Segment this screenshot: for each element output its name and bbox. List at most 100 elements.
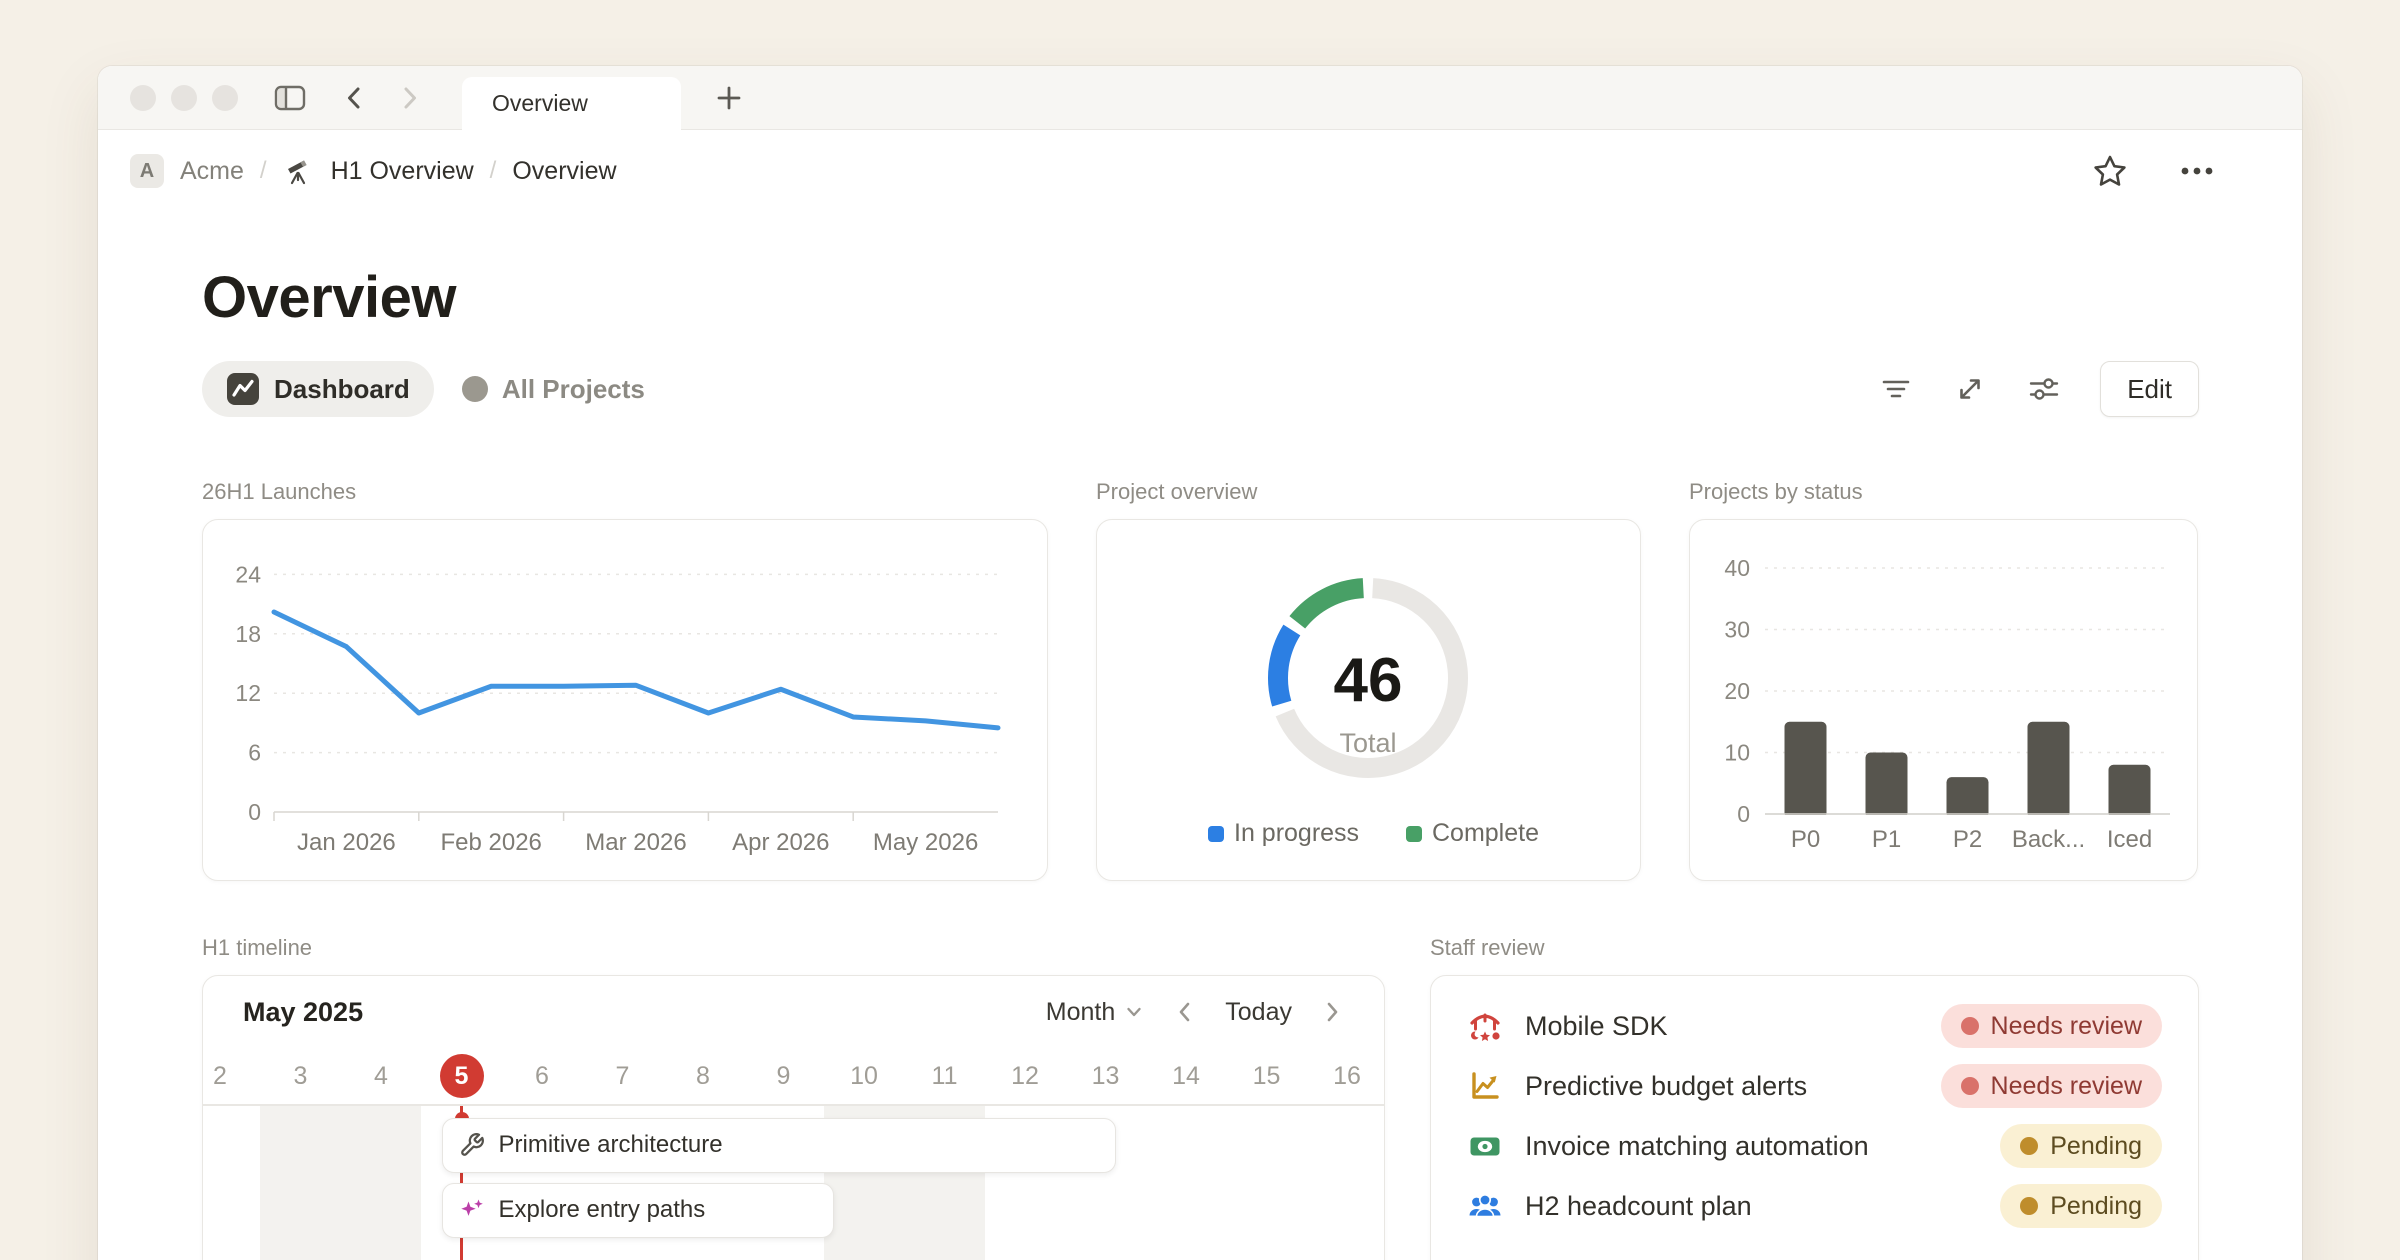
svg-text:Apr 2026: Apr 2026 xyxy=(732,829,829,856)
timeline-dates-row: 2345678910111213141516 xyxy=(203,1048,1384,1104)
timeline-day-9[interactable]: 9 xyxy=(744,1048,824,1104)
svg-text:P1: P1 xyxy=(1872,826,1901,853)
breadcrumb-bar: A Acme / H1 Overview / Overview xyxy=(98,130,2302,212)
status-dot xyxy=(2020,1137,2038,1155)
breadcrumb-workspace[interactable]: Acme xyxy=(180,157,244,186)
bar-chart-svg: 010203040P0P1P2Back...Iced xyxy=(1690,520,2196,879)
timeline-item-label: Primitive architecture xyxy=(499,1131,723,1159)
timeline-day-4[interactable]: 4 xyxy=(341,1048,421,1104)
workspace-avatar[interactable]: A xyxy=(130,154,164,188)
zoom-window-button[interactable] xyxy=(212,85,238,111)
timeline-card: May 2025 Month Today xyxy=(202,975,1385,1260)
timeline-day-3[interactable]: 3 xyxy=(261,1048,341,1104)
forward-icon[interactable] xyxy=(392,81,426,115)
timeline-day-5[interactable]: 5 xyxy=(422,1048,502,1104)
timeline-day-7[interactable]: 7 xyxy=(583,1048,663,1104)
svg-text:May 2026: May 2026 xyxy=(873,829,978,856)
projects-by-status-bar-chart: 010203040P0P1P2Back...Iced xyxy=(1689,519,2198,881)
tab-overview[interactable]: Overview xyxy=(462,77,681,130)
status-label: Needs review xyxy=(1991,1072,2142,1101)
svg-text:18: 18 xyxy=(235,621,261,647)
chevron-down-icon xyxy=(1123,1001,1145,1023)
donut-chart-svg: 46TotalIn progressComplete xyxy=(1097,520,1639,879)
section-label-projects-by-status: Projects by status xyxy=(1689,479,2198,505)
sidebar-toggle-icon[interactable] xyxy=(272,80,308,116)
breadcrumb-current-page[interactable]: Overview xyxy=(512,157,616,186)
sparkle-icon xyxy=(459,1197,485,1223)
tab-dashboard[interactable]: Dashboard xyxy=(202,361,434,417)
timeline-today-button[interactable]: Today xyxy=(1225,998,1292,1027)
timeline-day-2[interactable]: 2 xyxy=(202,1048,260,1104)
timeline-day-15[interactable]: 15 xyxy=(1227,1048,1307,1104)
back-icon[interactable] xyxy=(338,81,372,115)
svg-text:Jan 2026: Jan 2026 xyxy=(297,829,396,856)
staff-item-title: Predictive budget alerts xyxy=(1525,1071,1807,1102)
timeline-next-icon[interactable] xyxy=(1320,998,1344,1026)
timeline-item-label: Explore entry paths xyxy=(499,1196,706,1224)
timeline-day-12[interactable]: 12 xyxy=(985,1048,1065,1104)
staff-item-title: H2 headcount plan xyxy=(1525,1191,1752,1222)
svg-text:Mar 2026: Mar 2026 xyxy=(585,829,686,856)
breadcrumb-separator: / xyxy=(490,157,497,185)
svg-text:Iced: Iced xyxy=(2107,826,2152,853)
window-controls xyxy=(130,85,238,111)
svg-text:0: 0 xyxy=(248,799,261,825)
star-icon[interactable] xyxy=(2090,151,2130,191)
staff-review-row[interactable]: Invoice matching automation Pending xyxy=(1467,1116,2162,1176)
timeline-day-6[interactable]: 6 xyxy=(502,1048,582,1104)
svg-text:10: 10 xyxy=(1724,740,1750,766)
tab-all-projects[interactable]: All Projects xyxy=(462,374,645,405)
status-badge: Needs review xyxy=(1941,1004,2162,1048)
timeline-item[interactable]: Explore entry paths xyxy=(442,1183,834,1238)
svg-text:24: 24 xyxy=(235,561,261,587)
staff-review-row[interactable]: H2 headcount planPending xyxy=(1467,1176,2162,1236)
timeline-month-label: May 2025 xyxy=(243,997,363,1028)
breadcrumb-separator: / xyxy=(260,157,267,185)
svg-text:Back...: Back... xyxy=(2012,826,2085,853)
status-badge: Pending xyxy=(2000,1124,2162,1168)
svg-text:12: 12 xyxy=(235,680,261,706)
timeline-day-13[interactable]: 13 xyxy=(1066,1048,1146,1104)
svg-text:46: 46 xyxy=(1334,646,1403,715)
more-icon[interactable] xyxy=(2176,151,2218,191)
expand-icon[interactable] xyxy=(1952,371,1988,407)
staff-item-title: Invoice matching automation xyxy=(1525,1131,1869,1162)
project-overview-widget: Project overview 46TotalIn progressCompl… xyxy=(1096,479,1641,881)
banknote-icon xyxy=(1467,1128,1503,1164)
status-label: Needs review xyxy=(1991,1012,2142,1041)
timeline-day-8[interactable]: 8 xyxy=(663,1048,743,1104)
timeline-prev-icon[interactable] xyxy=(1173,998,1197,1026)
close-window-button[interactable] xyxy=(130,85,156,111)
timeline-day-11[interactable]: 11 xyxy=(905,1048,985,1104)
sliders-icon[interactable] xyxy=(2026,371,2062,407)
breadcrumb-parent-page[interactable]: H1 Overview xyxy=(331,157,474,186)
new-tab-icon[interactable] xyxy=(713,82,745,114)
breadcrumb: A Acme / H1 Overview / Overview xyxy=(130,154,617,188)
timeline-day-14[interactable]: 14 xyxy=(1146,1048,1226,1104)
combo-chart-icon xyxy=(226,372,260,406)
carousel-icon xyxy=(1467,1008,1503,1044)
timeline-day-16[interactable]: 16 xyxy=(1307,1048,1385,1104)
staff-review-row[interactable]: Mobile SDKNeeds review xyxy=(1467,996,2162,1056)
page-title: Overview xyxy=(202,264,2199,331)
svg-text:40: 40 xyxy=(1724,555,1750,581)
timeline-view-label: Month xyxy=(1046,998,1115,1027)
svg-text:Total: Total xyxy=(1339,728,1396,758)
timeline-day-10[interactable]: 10 xyxy=(824,1048,904,1104)
wrench-icon xyxy=(459,1132,485,1158)
status-badge: Needs review xyxy=(1941,1064,2162,1108)
edit-button[interactable]: Edit xyxy=(2100,361,2199,417)
section-label-launches: 26H1 Launches xyxy=(202,479,1048,505)
tab-all-projects-label: All Projects xyxy=(502,374,645,405)
line-chart-svg: 06121824Jan 2026Feb 2026Mar 2026Apr 2026… xyxy=(203,520,1046,879)
staff-review-row[interactable]: Predictive budget alerts Needs review xyxy=(1467,1056,2162,1116)
section-label-timeline: H1 timeline xyxy=(202,935,1385,961)
weekend-band xyxy=(260,1106,421,1260)
section-label-project-overview: Project overview xyxy=(1096,479,1641,505)
minimize-window-button[interactable] xyxy=(171,85,197,111)
filter-icon[interactable] xyxy=(1878,371,1914,407)
timeline-view-select[interactable]: Month xyxy=(1046,998,1145,1027)
timeline-item[interactable]: Primitive architecture xyxy=(442,1118,1116,1173)
status-dot xyxy=(2020,1197,2038,1215)
svg-text:Feb 2026: Feb 2026 xyxy=(440,829,541,856)
